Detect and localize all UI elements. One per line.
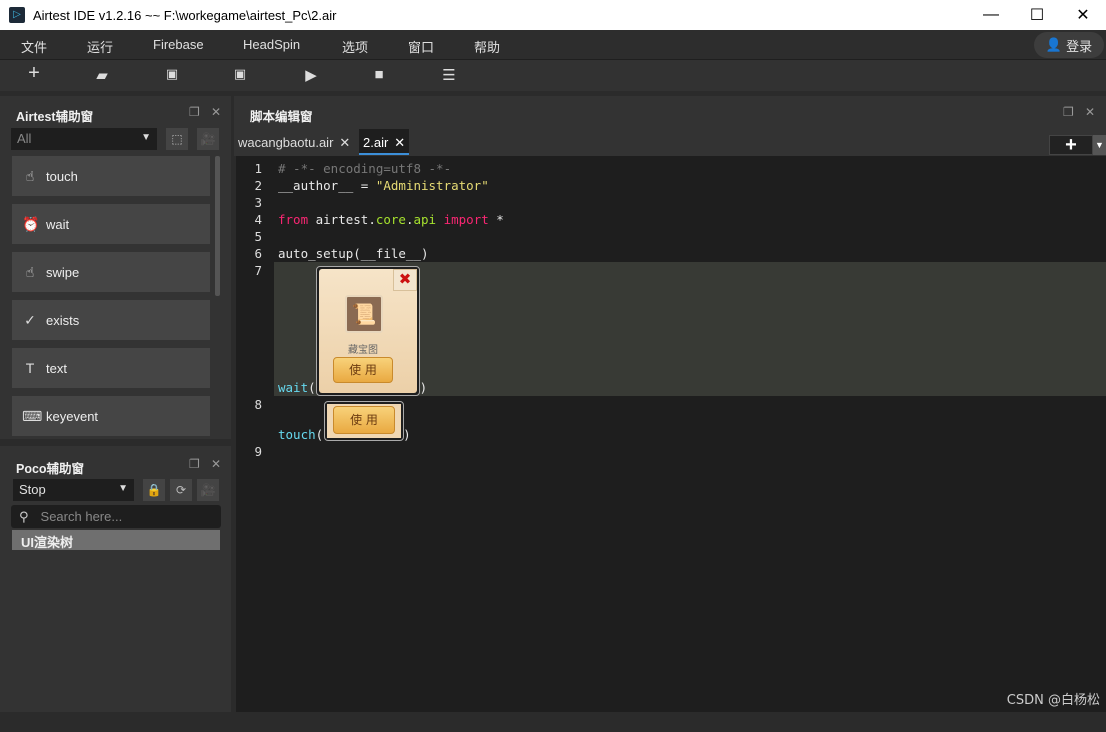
action-text[interactable]: Ttext <box>12 348 210 388</box>
panel-close-icon[interactable]: ✕ <box>211 105 221 119</box>
filter-select[interactable]: All ▼ <box>11 128 157 150</box>
keyboard-icon: ⌨ <box>22 407 43 424</box>
tab-wacangbaotu[interactable]: wacangbaotu.air ✕ <box>234 129 354 155</box>
chevron-down-icon: ▼ <box>118 483 128 494</box>
window-title: Airtest IDE v1.2.16 ~~ F:\workegame\airt… <box>33 7 337 23</box>
log-icon[interactable]: ☰ <box>439 66 459 84</box>
airtest-panel: Airtest辅助窗 ❐ ✕ All ▼ ⬚ 🎥 ☝ touch ⏰ wait ☝ sw… <box>0 96 231 439</box>
close-tab-icon[interactable]: ✕ <box>339 135 350 150</box>
panel-title: Poco辅助窗 <box>16 462 85 476</box>
code-line-4: from airtest.core.api import * <box>278 212 504 227</box>
action-swipe[interactable]: ☝ swipe <box>12 252 210 292</box>
new-file-icon[interactable]: + <box>24 62 44 85</box>
wait-image-thumbnail[interactable]: ✖ 📜 藏宝图 使 用 <box>316 266 420 396</box>
action-exists[interactable]: ✓ exists <box>12 300 210 340</box>
code-line-6: auto_setup(__file__) <box>278 246 429 261</box>
save-icon[interactable]: ▣ <box>162 66 182 82</box>
action-keyevent[interactable]: ⌨ keyevent <box>12 396 210 436</box>
save-as-icon[interactable]: ▣ <box>230 66 250 82</box>
clock-icon: ⏰ <box>22 215 40 232</box>
menu-window[interactable]: 窗口 <box>408 37 434 56</box>
close-button[interactable]: ✕ <box>1060 0 1106 30</box>
float-icon[interactable]: ❐ <box>189 457 200 471</box>
line-number: 6 <box>254 246 262 261</box>
panel-title: Airtest辅助窗 <box>16 110 94 124</box>
touch-image-thumbnail[interactable]: 使 用 <box>324 401 404 441</box>
menu-headspin[interactable]: HeadSpin <box>243 37 300 52</box>
code-line-2: __author__ = "Administrator" <box>278 178 489 193</box>
record-icon[interactable]: 🎥 <box>197 128 219 150</box>
login-button[interactable]: 👤 登录 <box>1034 32 1104 58</box>
editor-panel-header: 脚本编辑窗 ❐ ✕ wacangbaotu.air ✕ 2.air ✕ + ▼ <box>234 96 1106 156</box>
watermark: CSDN @白杨松 <box>1006 693 1100 708</box>
line-number: 9 <box>254 444 262 459</box>
check-icon: ✓ <box>24 311 36 328</box>
treasure-map-icon: 📜 <box>345 295 383 333</box>
search-icon: ⚲ <box>19 508 29 524</box>
refresh-icon[interactable]: ⟳ <box>170 479 192 501</box>
line-number: 8 <box>254 397 262 412</box>
action-touch[interactable]: ☝ touch <box>12 156 210 196</box>
chevron-down-icon: ▼ <box>141 132 151 143</box>
title-bar: ▷ Airtest IDE v1.2.16 ~~ F:\workegame\ai… <box>0 0 1106 30</box>
line-number: 5 <box>254 229 262 244</box>
panel-close-icon[interactable]: ✕ <box>1085 105 1095 119</box>
toolbar: + ▰ ▣ ▣ ▶ ■ ☰ <box>0 60 1106 91</box>
user-icon: 👤 <box>1045 37 1063 52</box>
float-icon[interactable]: ❐ <box>1063 105 1074 119</box>
close-tab-icon[interactable]: ✕ <box>394 135 405 150</box>
screenshot-icon[interactable]: ⬚ <box>166 128 188 150</box>
line-number: 4 <box>254 212 262 227</box>
panel-close-icon[interactable]: ✕ <box>211 457 221 471</box>
menu-run[interactable]: 运行 <box>87 37 113 56</box>
text-icon: T <box>25 360 35 376</box>
line-number: 3 <box>254 195 262 210</box>
run-icon[interactable]: ▶ <box>301 66 321 84</box>
line-number: 2 <box>254 178 262 193</box>
scrollbar[interactable] <box>215 156 220 296</box>
record-icon[interactable]: 🎥 <box>197 479 219 501</box>
tab-2-air[interactable]: 2.air ✕ <box>359 129 410 155</box>
search-input[interactable]: ⚲ Search here... <box>11 505 221 528</box>
chevron-down-icon[interactable]: ▼ <box>1093 135 1106 155</box>
lock-icon[interactable]: 🔒 <box>143 479 165 501</box>
code-editor[interactable]: 1 2 3 4 5 6 7 8 9 # -*- encoding=utf8 -*… <box>236 156 1106 712</box>
status-bar <box>0 712 1106 732</box>
line-number: 1 <box>254 161 262 176</box>
poco-mode-select[interactable]: Stop ▼ <box>13 479 134 501</box>
menu-bar: 文件 运行 Firebase HeadSpin 选项 窗口 帮助 <box>0 30 1106 60</box>
hand-icon: ☝ <box>25 167 35 184</box>
app-logo-icon: ▷ <box>9 7 25 23</box>
float-icon[interactable]: ❐ <box>189 105 200 119</box>
open-folder-icon[interactable]: ▰ <box>92 66 112 84</box>
swipe-icon: ☝ <box>25 263 35 280</box>
poco-panel: Poco辅助窗 ❐ ✕ Stop ▼ 🔒 ⟳ 🎥 ⚲ Search here...… <box>0 446 231 712</box>
line-number: 7 <box>254 263 262 278</box>
menu-firebase[interactable]: Firebase <box>153 37 204 52</box>
menu-file[interactable]: 文件 <box>21 37 47 56</box>
menu-options[interactable]: 选项 <box>342 37 368 56</box>
stop-icon[interactable]: ■ <box>369 66 389 83</box>
panel-title: 脚本编辑窗 <box>250 110 313 124</box>
ui-tree-header: UI渲染树 <box>12 530 220 550</box>
add-tab-button[interactable]: + <box>1049 135 1093 155</box>
minimize-button[interactable]: — <box>968 0 1014 30</box>
action-wait[interactable]: ⏰ wait <box>12 204 210 244</box>
code-line-1: # -*- encoding=utf8 -*- <box>278 161 452 176</box>
close-x-icon: ✖ <box>393 269 417 291</box>
menu-help[interactable]: 帮助 <box>474 37 500 56</box>
maximize-button[interactable]: ☐ <box>1014 0 1060 30</box>
